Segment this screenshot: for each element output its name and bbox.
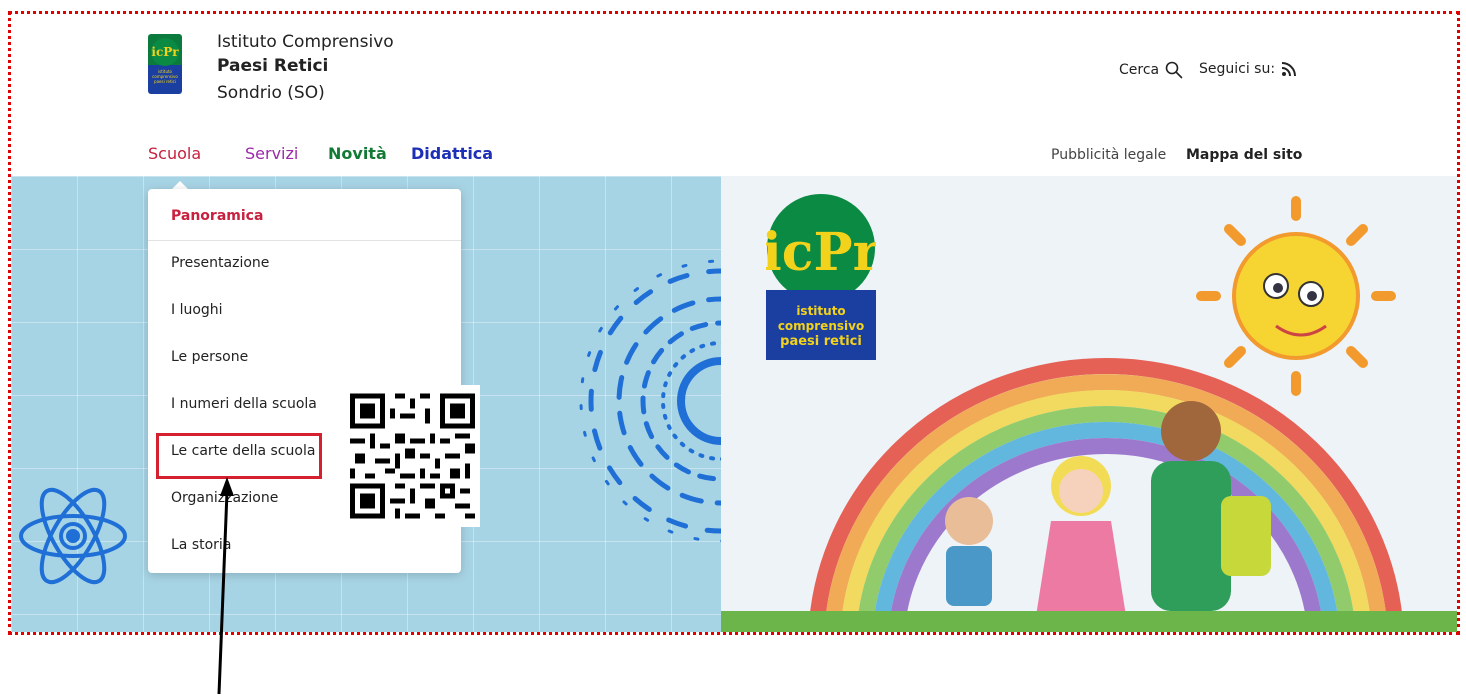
- arrow-icon: [217, 477, 234, 695]
